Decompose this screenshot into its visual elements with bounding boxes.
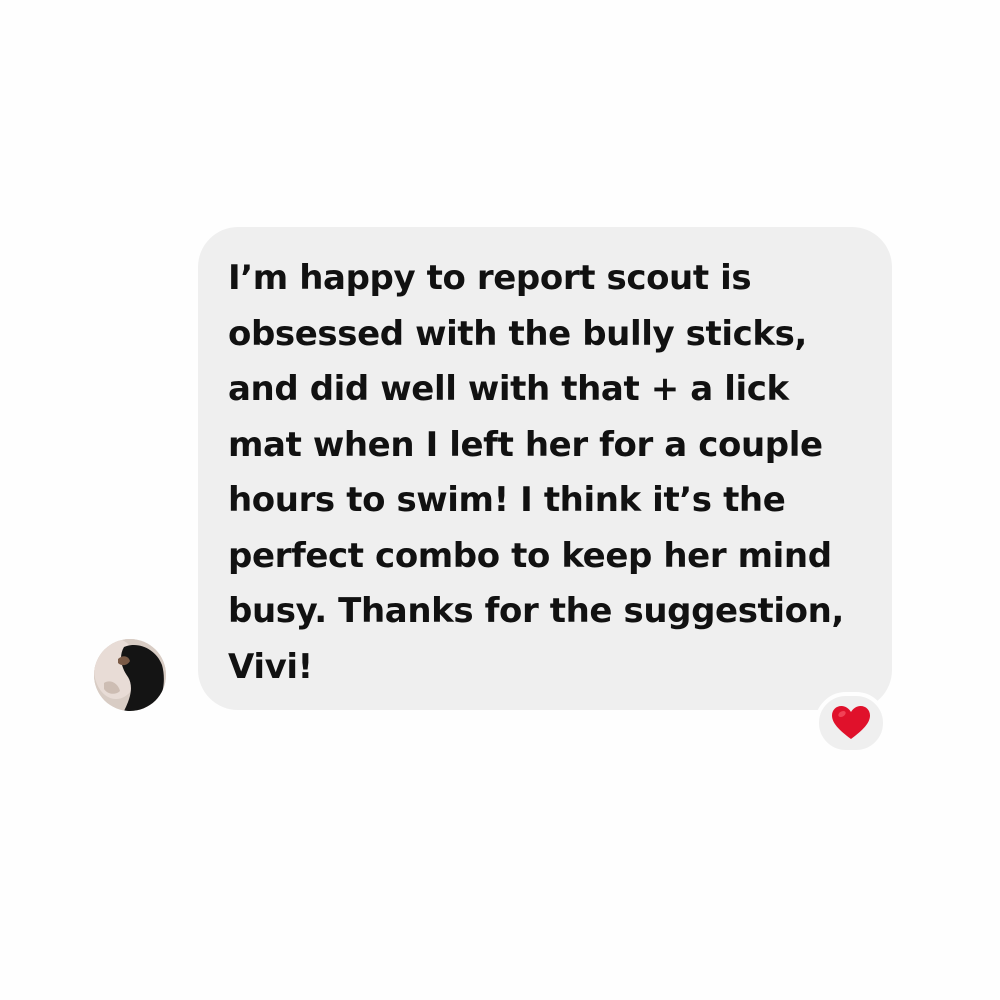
sender-avatar[interactable] [94, 639, 166, 711]
reaction-badge[interactable] [815, 692, 887, 754]
heart-icon [832, 706, 870, 739]
message-text: I’m happy to report scout is obsessed wi… [228, 258, 844, 687]
message-row: I’m happy to report scout is obsessed wi… [0, 0, 1000, 1000]
chat-view: I’m happy to report scout is obsessed wi… [0, 0, 1000, 1000]
message-bubble[interactable]: I’m happy to report scout is obsessed wi… [198, 227, 892, 710]
avatar-photo [94, 639, 166, 711]
